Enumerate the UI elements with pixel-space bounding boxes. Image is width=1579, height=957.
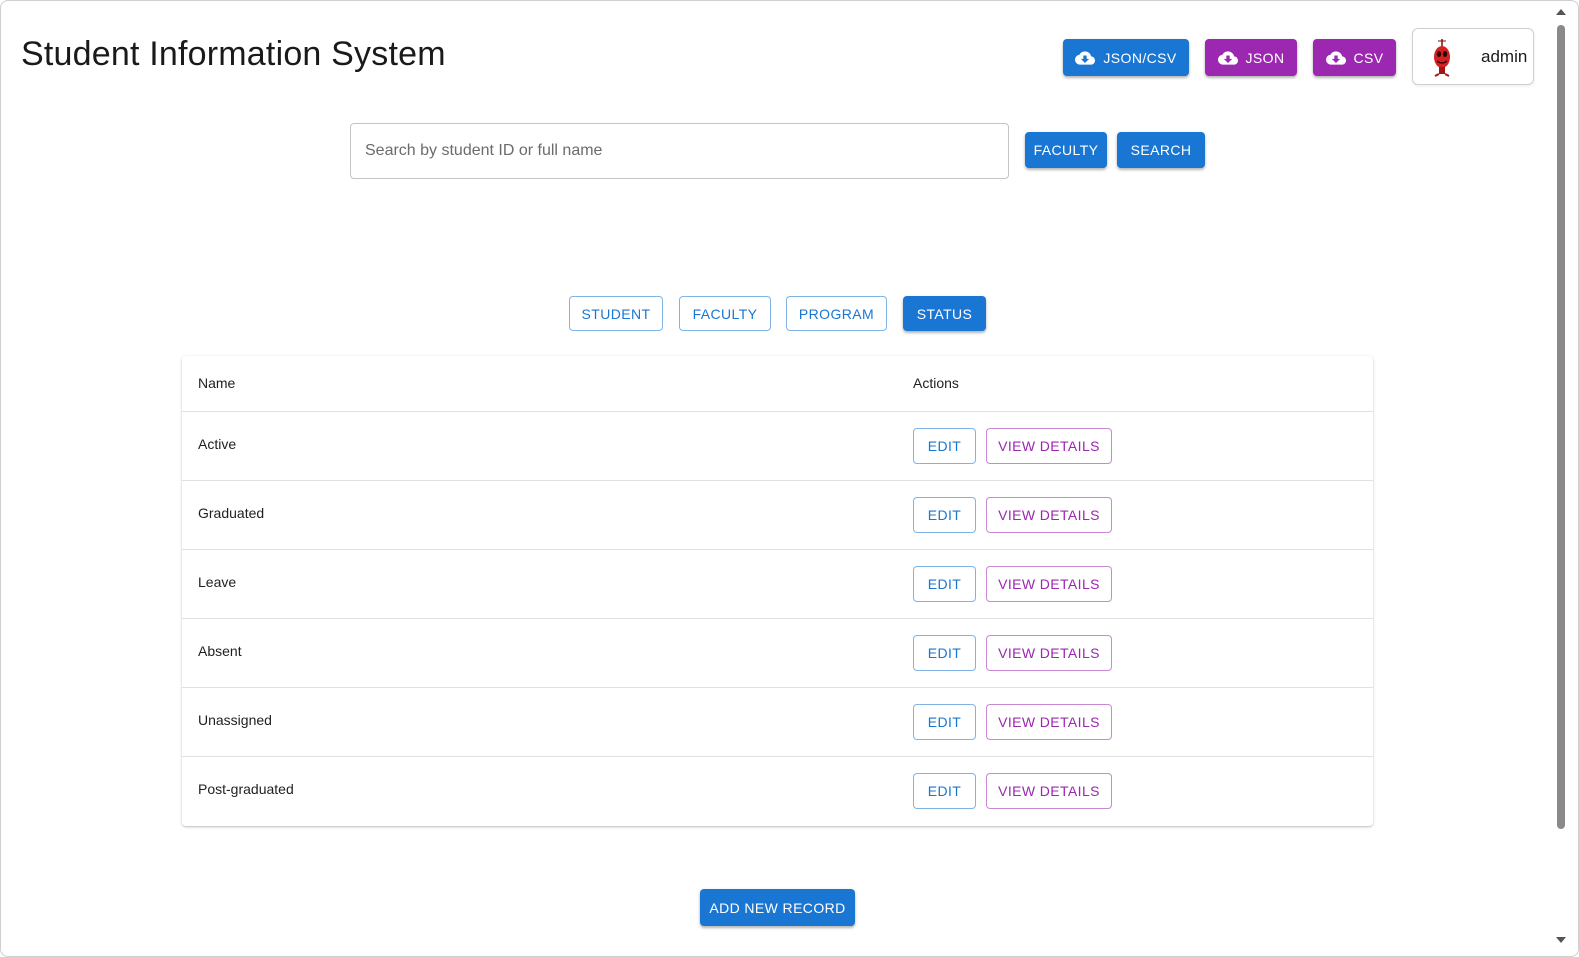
scroll-up-icon[interactable] xyxy=(1556,9,1566,15)
tab-student-label: STUDENT xyxy=(581,305,651,322)
edit-label: EDIT xyxy=(927,783,962,799)
search-input[interactable] xyxy=(350,123,1009,179)
cloud-download-icon xyxy=(1217,50,1238,65)
user-menu[interactable]: admin xyxy=(1412,28,1534,85)
table-row: Leave EDIT VIEW DETAILS xyxy=(182,549,1373,618)
export-json-csv-label: JSON/CSV xyxy=(1103,49,1177,66)
table-row: Absent EDIT VIEW DETAILS xyxy=(182,618,1373,687)
view-details-label: VIEW DETAILS xyxy=(998,576,1100,592)
tab-faculty[interactable]: FACULTY xyxy=(679,296,771,331)
table-row: Active EDIT VIEW DETAILS xyxy=(182,411,1373,480)
tab-status-label: STATUS xyxy=(916,305,973,322)
tab-program-label: PROGRAM xyxy=(798,305,875,322)
export-csv-button[interactable]: CSV xyxy=(1313,39,1396,76)
app-window: Student Information System JSON/CSV JSON… xyxy=(0,0,1579,957)
row-name: Leave xyxy=(198,574,237,590)
tab-program[interactable]: PROGRAM xyxy=(786,296,887,331)
scroll-down-icon[interactable] xyxy=(1556,937,1566,943)
row-name: Graduated xyxy=(198,505,265,521)
edit-button[interactable]: EDIT xyxy=(913,773,976,809)
table-row: Graduated EDIT VIEW DETAILS xyxy=(182,480,1373,549)
search-button[interactable]: SEARCH xyxy=(1117,132,1205,168)
export-csv-label: CSV xyxy=(1353,49,1384,66)
cloud-download-icon xyxy=(1075,50,1096,65)
search-button-label: SEARCH xyxy=(1130,142,1192,158)
edit-button[interactable]: EDIT xyxy=(913,635,976,671)
avatar-icon xyxy=(1434,39,1450,77)
scrollbar-thumb[interactable] xyxy=(1557,25,1565,829)
view-details-button[interactable]: VIEW DETAILS xyxy=(986,704,1112,740)
table-row: Unassigned EDIT VIEW DETAILS xyxy=(182,687,1373,756)
edit-button[interactable]: EDIT xyxy=(913,704,976,740)
column-header-actions: Actions xyxy=(913,375,959,391)
page-title: Student Information System xyxy=(21,35,446,73)
tab-student[interactable]: STUDENT xyxy=(569,296,663,331)
export-json-label: JSON xyxy=(1245,49,1285,66)
edit-label: EDIT xyxy=(927,714,962,730)
row-name: Post-graduated xyxy=(198,781,294,797)
username: admin xyxy=(1481,47,1528,66)
tab-faculty-label: FACULTY xyxy=(692,305,758,322)
row-name: Active xyxy=(198,436,237,452)
faculty-filter-button[interactable]: FACULTY xyxy=(1025,132,1107,168)
row-name: Absent xyxy=(198,643,242,659)
tab-status[interactable]: STATUS xyxy=(903,296,986,331)
edit-label: EDIT xyxy=(927,507,962,523)
edit-button[interactable]: EDIT xyxy=(913,566,976,602)
row-name: Unassigned xyxy=(198,712,272,728)
column-header-name: Name xyxy=(198,375,236,391)
status-table: Name Actions Active EDIT VIEW DETAILS Gr… xyxy=(182,356,1373,826)
edit-label: EDIT xyxy=(927,645,962,661)
edit-button[interactable]: EDIT xyxy=(913,428,976,464)
edit-label: EDIT xyxy=(927,576,962,592)
view-details-label: VIEW DETAILS xyxy=(998,783,1100,799)
view-details-label: VIEW DETAILS xyxy=(998,507,1100,523)
edit-label: EDIT xyxy=(927,438,962,454)
export-json-csv-button[interactable]: JSON/CSV xyxy=(1063,39,1189,76)
faculty-filter-label: FACULTY xyxy=(1033,142,1099,158)
view-details-label: VIEW DETAILS xyxy=(998,645,1100,661)
view-details-button[interactable]: VIEW DETAILS xyxy=(986,635,1112,671)
export-json-button[interactable]: JSON xyxy=(1205,39,1297,76)
view-details-button[interactable]: VIEW DETAILS xyxy=(986,566,1112,602)
cloud-download-icon xyxy=(1325,50,1346,65)
view-details-button[interactable]: VIEW DETAILS xyxy=(986,773,1112,809)
table-row: Post-graduated EDIT VIEW DETAILS xyxy=(182,756,1373,825)
page-scrollbar[interactable] xyxy=(1554,3,1568,956)
view-details-button[interactable]: VIEW DETAILS xyxy=(986,428,1112,464)
view-details-label: VIEW DETAILS xyxy=(998,714,1100,730)
edit-button[interactable]: EDIT xyxy=(913,497,976,533)
add-new-record-label: ADD NEW RECORD xyxy=(709,899,846,916)
view-details-button[interactable]: VIEW DETAILS xyxy=(986,497,1112,533)
add-new-record-button[interactable]: ADD NEW RECORD xyxy=(700,889,855,926)
view-details-label: VIEW DETAILS xyxy=(998,438,1100,454)
